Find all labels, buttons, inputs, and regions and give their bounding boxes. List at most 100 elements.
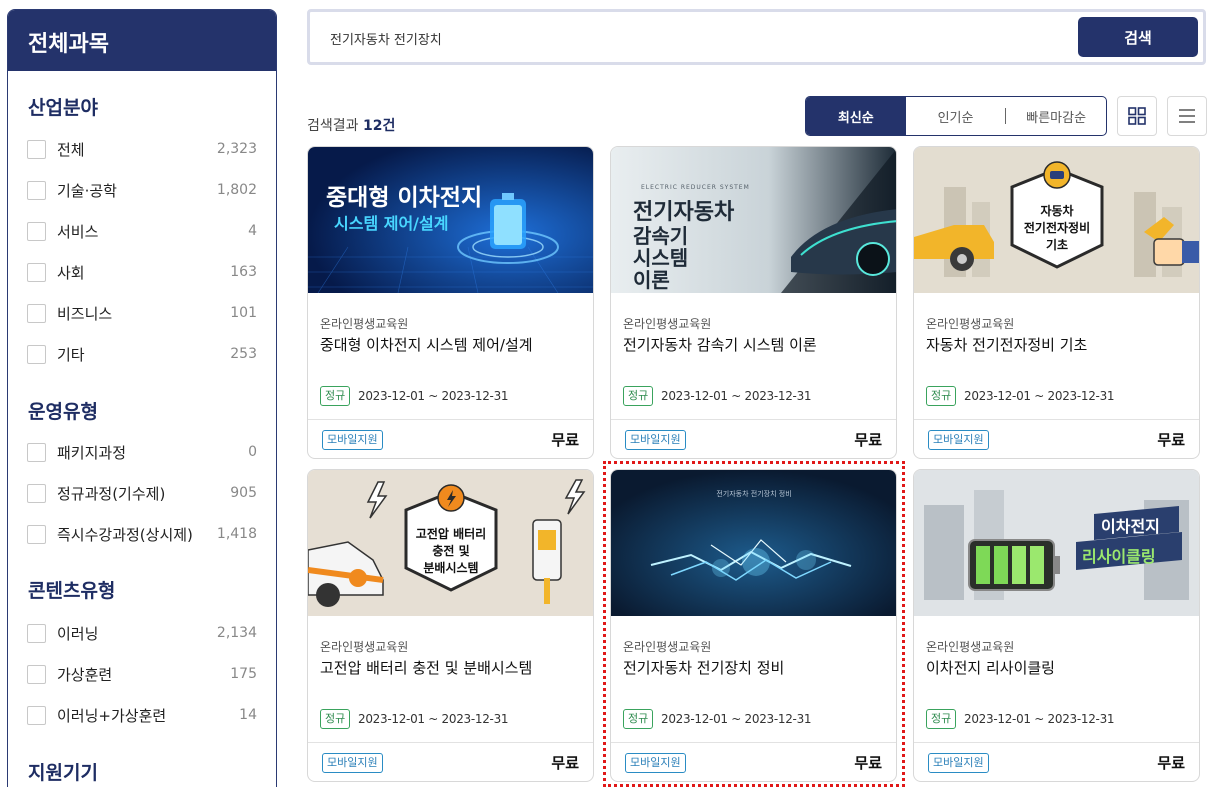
list-view-icon	[1179, 109, 1195, 123]
thumbnail-text: 이차전지	[1101, 517, 1160, 536]
filter-count: 0	[248, 444, 257, 460]
search-button[interactable]: 검색	[1078, 17, 1198, 57]
filter-count: 175	[230, 666, 257, 682]
course-title[interactable]: 고전압 배터리 충전 및 분배시스템	[320, 657, 532, 678]
filter-label: 이러닝+가상훈련	[57, 706, 167, 725]
course-card[interactable]: 고전압 배터리 충전 및 분배시스템 온라인평생교육원 고전압 배터리 충전 및…	[307, 469, 594, 782]
filter-option-society[interactable]: 사회 163	[27, 261, 257, 283]
filter-label: 서비스	[57, 222, 99, 241]
filter-count: 905	[230, 485, 257, 501]
grid-view-icon	[1128, 107, 1146, 125]
result-number: 12건	[362, 118, 396, 134]
course-card[interactable]: 자동차 전기전자정비 기초 온라인평생교육원 자동차 전기전자정비 기초 정규 …	[913, 146, 1200, 459]
course-thumbnail: ELECTRIC REDUCER SYSTEM 전기자동차 감속기 시스템 이론	[611, 147, 896, 293]
filter-label: 기타	[57, 345, 85, 364]
section-title-industry: 산업분야	[28, 97, 98, 119]
course-title[interactable]: 이차전지 리사이클링	[926, 657, 1055, 678]
thumbnail-text: 기초	[1046, 237, 1068, 252]
sort-latest[interactable]: 최신순	[806, 97, 906, 135]
course-card[interactable]: 이차전지 리사이클링 온라인평생교육원 이차전지 리사이클링 정규 2023-1…	[913, 469, 1200, 782]
list-view-button[interactable]	[1167, 96, 1207, 136]
checkbox[interactable]	[27, 303, 46, 323]
course-thumbnail: 전기자동차 전기장치 정비	[611, 470, 896, 616]
course-provider: 온라인평생교육원	[623, 317, 712, 331]
filter-label: 기술·공학	[57, 181, 117, 200]
thumbnail-text: 이론	[633, 268, 670, 292]
checkbox[interactable]	[27, 262, 46, 282]
filter-option-service[interactable]: 서비스 4	[27, 220, 257, 242]
filter-count: 2,134	[216, 625, 257, 641]
filter-option-etc[interactable]: 기타 253	[27, 343, 257, 365]
checkbox[interactable]	[27, 664, 46, 684]
filter-option-elearning-virtual[interactable]: 이러닝+가상훈련 14	[27, 704, 257, 726]
course-title[interactable]: 전기자동차 전기장치 정비	[623, 657, 784, 678]
filter-label: 즉시수강과정(상시제)	[57, 525, 193, 544]
course-card[interactable]: 전기자동차 전기장치 정비 온라인평생교육원 전기자동차 전기장치 정비 정규 …	[610, 469, 897, 782]
course-type-badge: 정규	[623, 386, 654, 406]
filter-count: 2,323	[216, 141, 257, 157]
sort-popular[interactable]: 인기순	[906, 97, 1006, 135]
checkbox[interactable]	[27, 180, 46, 200]
filter-option-virtual[interactable]: 가상훈련 175	[27, 663, 257, 685]
mobile-support-badge: 모바일지원	[322, 753, 383, 773]
filter-option-all[interactable]: 전체 2,323	[27, 138, 257, 160]
filter-label: 사회	[57, 263, 85, 282]
course-provider: 온라인평생교육원	[623, 640, 712, 654]
checkbox[interactable]	[27, 705, 46, 725]
course-period: 2023-12-01 ~ 2023-12-31	[964, 389, 1115, 403]
card-divider	[308, 742, 593, 743]
course-title[interactable]: 중대형 이차전지 시스템 제어/설계	[320, 334, 533, 355]
checkbox[interactable]	[27, 221, 46, 241]
checkbox[interactable]	[27, 344, 46, 364]
filter-option-regular[interactable]: 정규과정(기수제) 905	[27, 482, 257, 504]
filter-label: 정규과정(기수제)	[57, 484, 166, 503]
course-period: 2023-12-01 ~ 2023-12-31	[661, 712, 812, 726]
course-thumbnail: 자동차 전기전자정비 기초	[914, 147, 1199, 293]
course-period: 2023-12-01 ~ 2023-12-31	[661, 389, 812, 403]
checkbox[interactable]	[27, 139, 46, 159]
course-period: 2023-12-01 ~ 2023-12-31	[358, 389, 509, 403]
card-divider	[914, 419, 1199, 420]
filter-option-instant[interactable]: 즉시수강과정(상시제) 1,418	[27, 523, 257, 545]
course-price: 무료	[1157, 754, 1185, 772]
thumbnail-text: 고전압 배터리	[416, 526, 486, 541]
checkbox[interactable]	[27, 524, 46, 544]
course-price: 무료	[1157, 431, 1185, 449]
filter-option-elearning[interactable]: 이러닝 2,134	[27, 622, 257, 644]
thumbnail-text: 전기자동차 전기장치 정비	[716, 489, 791, 498]
sort-deadline[interactable]: 빠른마감순	[1006, 97, 1106, 135]
mobile-support-badge: 모바일지원	[928, 430, 989, 450]
checkbox[interactable]	[27, 483, 46, 503]
search-input[interactable]	[330, 26, 1050, 50]
course-type-badge: 정규	[320, 709, 351, 729]
category-sidebar: 전체과목 산업분야 전체 2,323 기술·공학 1,802 서비스 4 사회 163 …	[7, 9, 277, 787]
course-card[interactable]: ELECTRIC REDUCER SYSTEM 전기자동차 감속기 시스템 이론…	[610, 146, 897, 459]
filter-count: 1,418	[216, 526, 257, 542]
filter-option-package[interactable]: 패키지과정 0	[27, 441, 257, 463]
course-price: 무료	[551, 431, 579, 449]
grid-view-button[interactable]	[1117, 96, 1157, 136]
filter-option-business[interactable]: 비즈니스 101	[27, 302, 257, 324]
filter-count: 14	[239, 707, 257, 723]
section-title-operation: 운영유형	[28, 401, 98, 423]
course-price: 무료	[854, 431, 882, 449]
course-card[interactable]: 중대형 이차전지 시스템 제어/설계 온라인평생교육원 중대형 이차전지 시스템…	[307, 146, 594, 459]
thumbnail-text: 충전 및	[432, 543, 469, 558]
checkbox[interactable]	[27, 442, 46, 462]
sidebar-title: 전체과목	[8, 10, 276, 71]
course-period: 2023-12-01 ~ 2023-12-31	[358, 712, 509, 726]
filter-option-engineering[interactable]: 기술·공학 1,802	[27, 179, 257, 201]
search-bar: 검색	[307, 9, 1206, 65]
section-title-device: 지원기기	[28, 762, 98, 784]
mobile-support-badge: 모바일지원	[625, 753, 686, 773]
course-provider: 온라인평생교육원	[320, 640, 409, 654]
thumbnail-text: 전기전자정비	[1024, 220, 1090, 235]
thumbnail-text: 시스템 제어/설계	[334, 214, 448, 233]
course-title[interactable]: 전기자동차 감속기 시스템 이론	[623, 334, 817, 355]
filter-label: 가상훈련	[57, 665, 113, 684]
thumbnail-text: 자동차	[1040, 203, 1073, 218]
thumbnail-text: 리사이클링	[1082, 547, 1156, 566]
course-type-badge: 정규	[926, 386, 957, 406]
checkbox[interactable]	[27, 623, 46, 643]
course-title[interactable]: 자동차 전기전자정비 기초	[926, 334, 1087, 355]
